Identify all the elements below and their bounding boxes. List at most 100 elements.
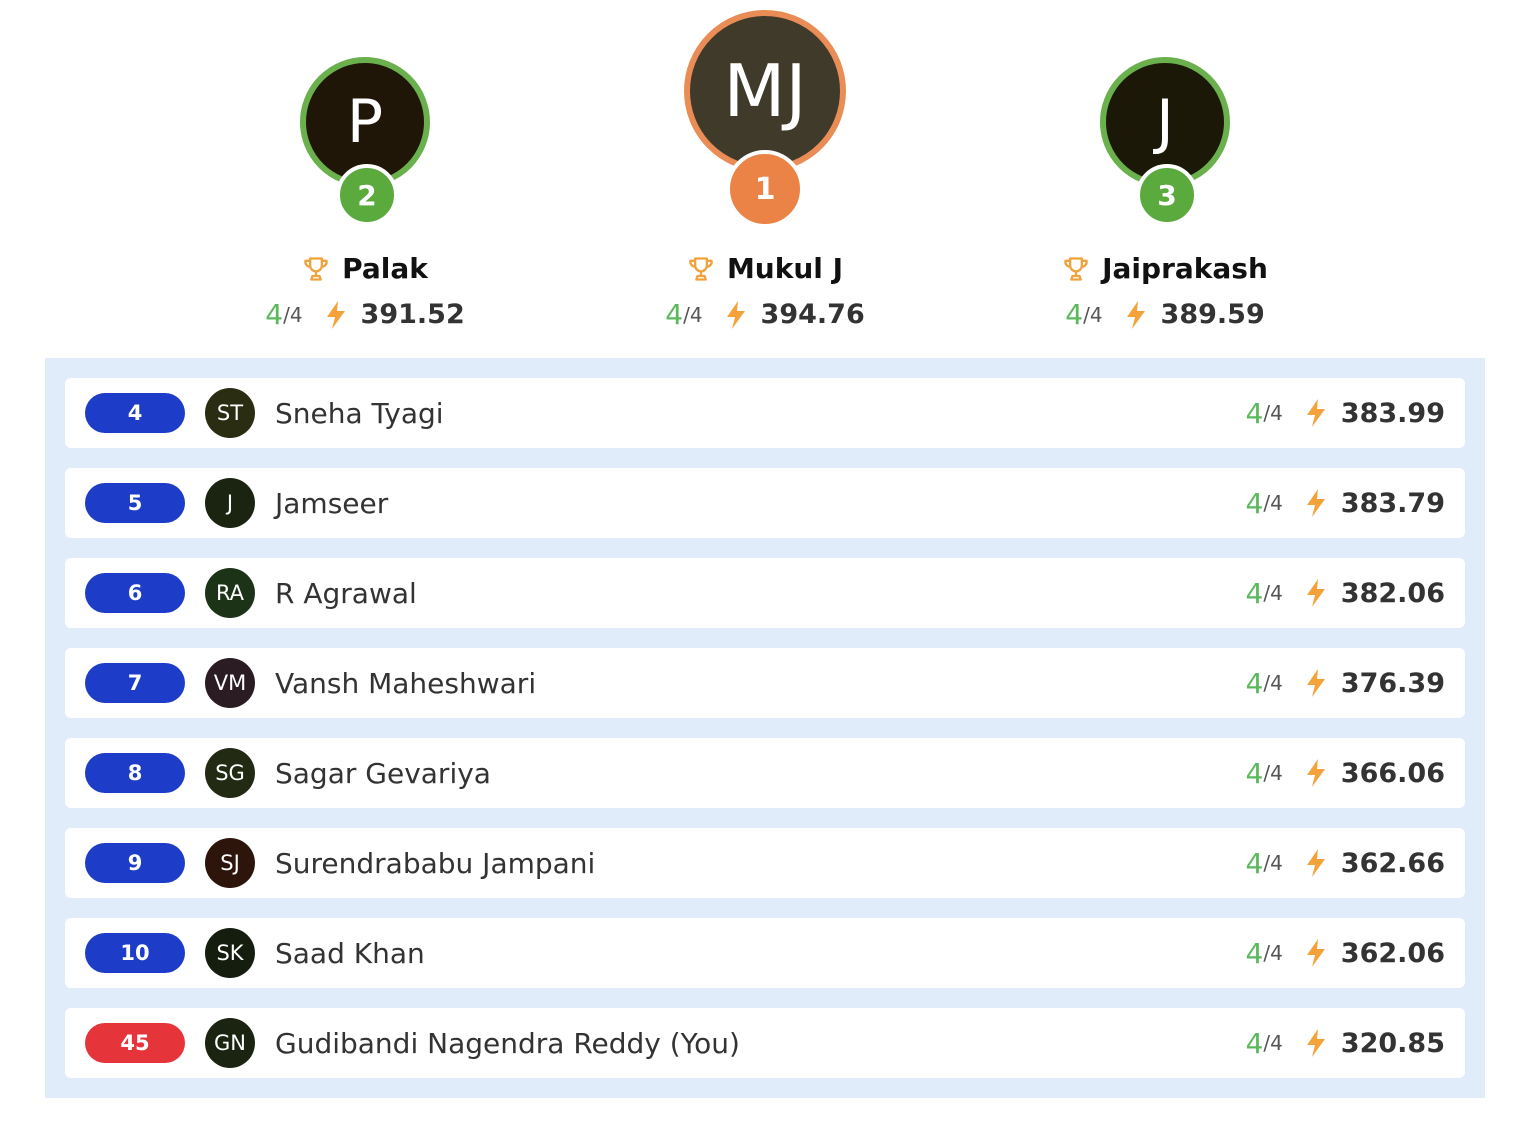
rank-badge: 8 <box>85 753 185 793</box>
lightning-bolt-icon <box>1305 398 1327 428</box>
winner-name: Mukul J <box>605 252 925 285</box>
avatar-initials: SJ <box>220 851 240 875</box>
user-name: R Agrawal <box>275 576 417 610</box>
avatar-initials: SG <box>215 761 245 785</box>
podium-third[interactable]: J 3 Jaiprakash 4 /4 389.59 <box>1005 0 1325 350</box>
solved-count: 4 <box>1245 576 1264 610</box>
solved-count: 4 <box>265 298 284 331</box>
score: 376.39 <box>1340 667 1445 699</box>
podium-second[interactable]: P 2 Palak 4 /4 391.52 <box>205 0 525 350</box>
avatar: RA <box>205 568 255 618</box>
lightning-bolt-icon <box>1125 300 1147 330</box>
row-stats: 4 /4 383.99 <box>1246 378 1446 448</box>
leaderboard-row[interactable]: 6 RA R Agrawal 4 /4 382.06 <box>65 558 1465 628</box>
row-stats: 4 /4 320.85 <box>1246 1008 1446 1078</box>
user-name: Saad Khan <box>275 936 425 970</box>
score: 383.99 <box>1340 397 1445 429</box>
leaderboard-row[interactable]: 5 J Jamseer 4 /4 383.79 <box>65 468 1465 538</box>
leaderboard-list: 4 ST Sneha Tyagi 4 /4 383.99 5 J Jamseer… <box>45 358 1485 1098</box>
winner-name: Jaiprakash <box>1005 252 1325 285</box>
total-count: /4 <box>1083 302 1103 327</box>
solved-count: 4 <box>1245 396 1264 430</box>
solved-count: 4 <box>1245 936 1264 970</box>
winner-stats: 4 /4 389.59 <box>1005 298 1325 331</box>
row-stats: 4 /4 382.06 <box>1246 558 1446 628</box>
lightning-bolt-icon <box>725 300 747 330</box>
avatar-initials: ST <box>216 401 244 425</box>
rank-number: 2 <box>357 178 377 212</box>
user-name: Jamseer <box>275 486 389 520</box>
total-count: /4 <box>283 302 303 327</box>
score: 389.59 <box>1160 299 1265 330</box>
leaderboard-row[interactable]: 7 VM Vansh Maheshwari 4 /4 376.39 <box>65 648 1465 718</box>
leaderboard-row[interactable]: 4 ST Sneha Tyagi 4 /4 383.99 <box>65 378 1465 448</box>
avatar: J <box>205 478 255 528</box>
rank-number: 3 <box>1157 178 1177 212</box>
solved-count: 4 <box>1245 846 1264 880</box>
avatar-initials: RA <box>215 581 245 605</box>
user-name: Gudibandi Nagendra Reddy (You) <box>275 1026 740 1060</box>
score: 391.52 <box>360 299 465 330</box>
user-name: Sneha Tyagi <box>275 396 444 430</box>
user-name: Vansh Maheshwari <box>275 666 537 700</box>
leaderboard-row[interactable]: 8 SG Sagar Gevariya 4 /4 366.06 <box>65 738 1465 808</box>
row-stats: 4 /4 383.79 <box>1246 468 1446 538</box>
score: 362.66 <box>1340 847 1445 879</box>
solved-count: 4 <box>1245 666 1264 700</box>
rank-badge: 4 <box>85 393 185 433</box>
total-count: /4 <box>1263 671 1283 695</box>
score: 320.85 <box>1340 1027 1445 1059</box>
total-count: /4 <box>1263 761 1283 785</box>
avatar: GN <box>205 1018 255 1068</box>
score: 366.06 <box>1340 757 1445 789</box>
avatar-initials: GN <box>214 1031 246 1055</box>
row-stats: 4 /4 366.06 <box>1246 738 1446 808</box>
rank-badge: 45 <box>85 1023 185 1063</box>
lightning-bolt-icon <box>1305 848 1327 878</box>
row-stats: 4 /4 362.66 <box>1246 828 1446 898</box>
winner-stats: 4 /4 391.52 <box>205 298 525 331</box>
solved-count: 4 <box>1245 756 1264 790</box>
podium-first[interactable]: MJ 1 Mukul J 4 /4 394.76 <box>605 0 925 350</box>
avatar: SJ <box>205 838 255 888</box>
winner-name-text: Palak <box>342 252 428 285</box>
total-count: /4 <box>1263 851 1283 875</box>
avatar: SG <box>205 748 255 798</box>
leaderboard-row[interactable]: 10 SK Saad Khan 4 /4 362.06 <box>65 918 1465 988</box>
avatar: VM <box>205 658 255 708</box>
solved-count: 4 <box>1065 298 1084 331</box>
trophy-icon <box>689 256 713 281</box>
rank-badge: 6 <box>85 573 185 613</box>
solved-count: 4 <box>1245 1026 1264 1060</box>
winner-name-text: Jaiprakash <box>1102 252 1268 285</box>
rank-badge: 10 <box>85 933 185 973</box>
avatar: MJ <box>684 10 846 172</box>
rank-badge: 5 <box>85 483 185 523</box>
rank-number: 1 <box>754 171 776 207</box>
rank-badge: 9 <box>85 843 185 883</box>
avatar-initials: J <box>1156 87 1174 157</box>
user-name: Sagar Gevariya <box>275 756 491 790</box>
user-name: Surendrababu Jampani <box>275 846 596 880</box>
total-count: /4 <box>1263 581 1283 605</box>
row-stats: 4 /4 362.06 <box>1246 918 1446 988</box>
winner-name-text: Mukul J <box>726 252 844 285</box>
score: 382.06 <box>1340 577 1445 609</box>
lightning-bolt-icon <box>1305 758 1327 788</box>
avatar-initials: MJ <box>723 49 807 133</box>
rank-medal: 2 <box>336 164 398 226</box>
total-count: /4 <box>1263 1031 1283 1055</box>
rank-medal: 3 <box>1136 164 1198 226</box>
leaderboard-row-current-user[interactable]: 45 GN Gudibandi Nagendra Reddy (You) 4 /… <box>65 1008 1465 1078</box>
lightning-bolt-icon <box>1305 938 1327 968</box>
leaderboard-row[interactable]: 9 SJ Surendrababu Jampani 4 /4 362.66 <box>65 828 1465 898</box>
lightning-bolt-icon <box>325 300 347 330</box>
lightning-bolt-icon <box>1305 668 1327 698</box>
avatar: ST <box>205 388 255 438</box>
trophy-icon <box>1064 256 1088 281</box>
avatar: SK <box>205 928 255 978</box>
podium: P 2 Palak 4 /4 391.52 MJ 1 Mukul J 4 /4 … <box>0 0 1520 350</box>
avatar-initials: J <box>226 491 234 515</box>
total-count: /4 <box>683 302 703 327</box>
lightning-bolt-icon <box>1305 488 1327 518</box>
